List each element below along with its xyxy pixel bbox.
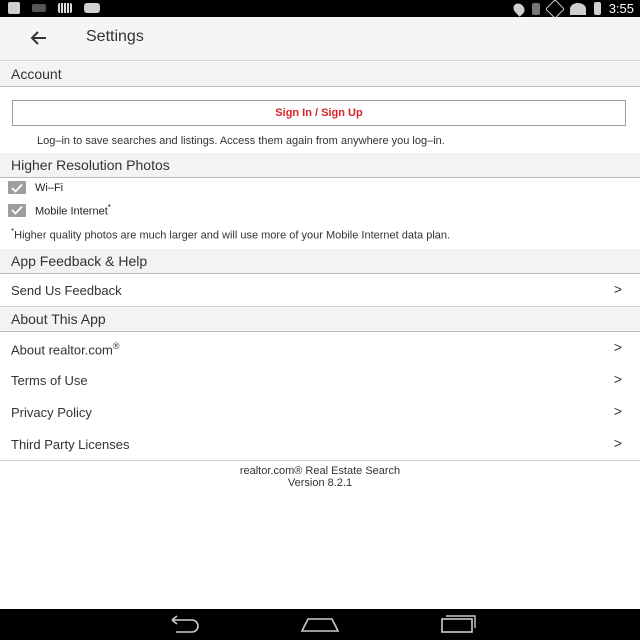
- mute-icon: [544, 0, 565, 19]
- third-party-licenses-row[interactable]: Third Party Licenses >: [0, 428, 640, 461]
- chevron-right-icon: >: [613, 403, 622, 419]
- mobile-internet-label: Mobile Internet*: [35, 203, 111, 218]
- mobile-internet-text: Mobile Internet: [35, 205, 108, 218]
- sign-in-button[interactable]: Sign In / Sign Up: [12, 100, 626, 126]
- wifi-label: Wi–Fi: [35, 181, 64, 194]
- image-icon: [32, 4, 46, 12]
- barcode-icon: [58, 3, 72, 13]
- send-feedback-row[interactable]: Send Us Feedback >: [0, 274, 640, 307]
- mobile-internet-checkbox[interactable]: [8, 203, 26, 217]
- app-name-text: realtor.com® Real Estate Search: [239, 465, 401, 477]
- mobile-internet-asterisk: *: [107, 203, 111, 212]
- section-title: Higher Resolution Photos: [11, 157, 170, 173]
- chevron-right-icon: >: [613, 281, 622, 297]
- registered-mark: ®: [112, 341, 120, 351]
- version-text: Version 8.2.1: [287, 477, 353, 489]
- chevron-right-icon: >: [613, 435, 622, 451]
- status-bar: 3:55: [0, 0, 640, 19]
- row-label: Terms of Use: [11, 373, 88, 388]
- photos-note: *Higher quality photos are much larger a…: [11, 227, 450, 242]
- row-label: Privacy Policy: [11, 405, 92, 420]
- bluetooth-icon: [531, 2, 540, 15]
- row-label: Third Party Licenses: [11, 437, 130, 452]
- battery-icon: [593, 2, 601, 15]
- back-arrow-icon[interactable]: [26, 25, 52, 51]
- back-nav-icon[interactable]: [164, 615, 202, 638]
- page-title: Settings: [86, 28, 144, 45]
- section-header-account: Account: [0, 62, 640, 87]
- mobile-internet-option[interactable]: Mobile Internet*: [8, 203, 111, 218]
- wifi-checkbox[interactable]: [8, 181, 26, 194]
- section-header-feedback: App Feedback & Help: [0, 249, 640, 274]
- chevron-right-icon: >: [613, 371, 622, 387]
- section-header-photos: Higher Resolution Photos: [0, 153, 640, 178]
- youtube-icon: [84, 3, 100, 13]
- terms-of-use-row[interactable]: Terms of Use >: [0, 364, 640, 397]
- download-icon: [8, 2, 20, 14]
- location-icon: [510, 0, 527, 17]
- section-title: Account: [11, 66, 62, 82]
- section-title: App Feedback & Help: [11, 253, 148, 269]
- about-realtor-text: About realtor.com: [11, 342, 113, 358]
- section-header-about: About This App: [0, 307, 640, 332]
- row-label: Send Us Feedback: [11, 283, 122, 298]
- chevron-right-icon: >: [613, 339, 622, 355]
- recents-nav-icon[interactable]: [438, 615, 476, 638]
- photos-note-text: Higher quality photos are much larger an…: [14, 229, 451, 242]
- home-nav-icon[interactable]: [300, 615, 340, 638]
- app-bar: Settings: [0, 17, 640, 61]
- row-label: About realtor.com®: [11, 341, 120, 357]
- about-realtor-row[interactable]: About realtor.com® >: [0, 332, 640, 365]
- wifi-option[interactable]: Wi–Fi: [8, 181, 63, 194]
- wifi-icon: [569, 2, 586, 15]
- privacy-policy-row[interactable]: Privacy Policy >: [0, 396, 640, 429]
- section-title: About This App: [11, 311, 106, 327]
- nav-bar: [0, 609, 640, 640]
- status-time: 3:55: [608, 1, 634, 16]
- account-note: Log–in to save searches and listings. Ac…: [37, 135, 445, 147]
